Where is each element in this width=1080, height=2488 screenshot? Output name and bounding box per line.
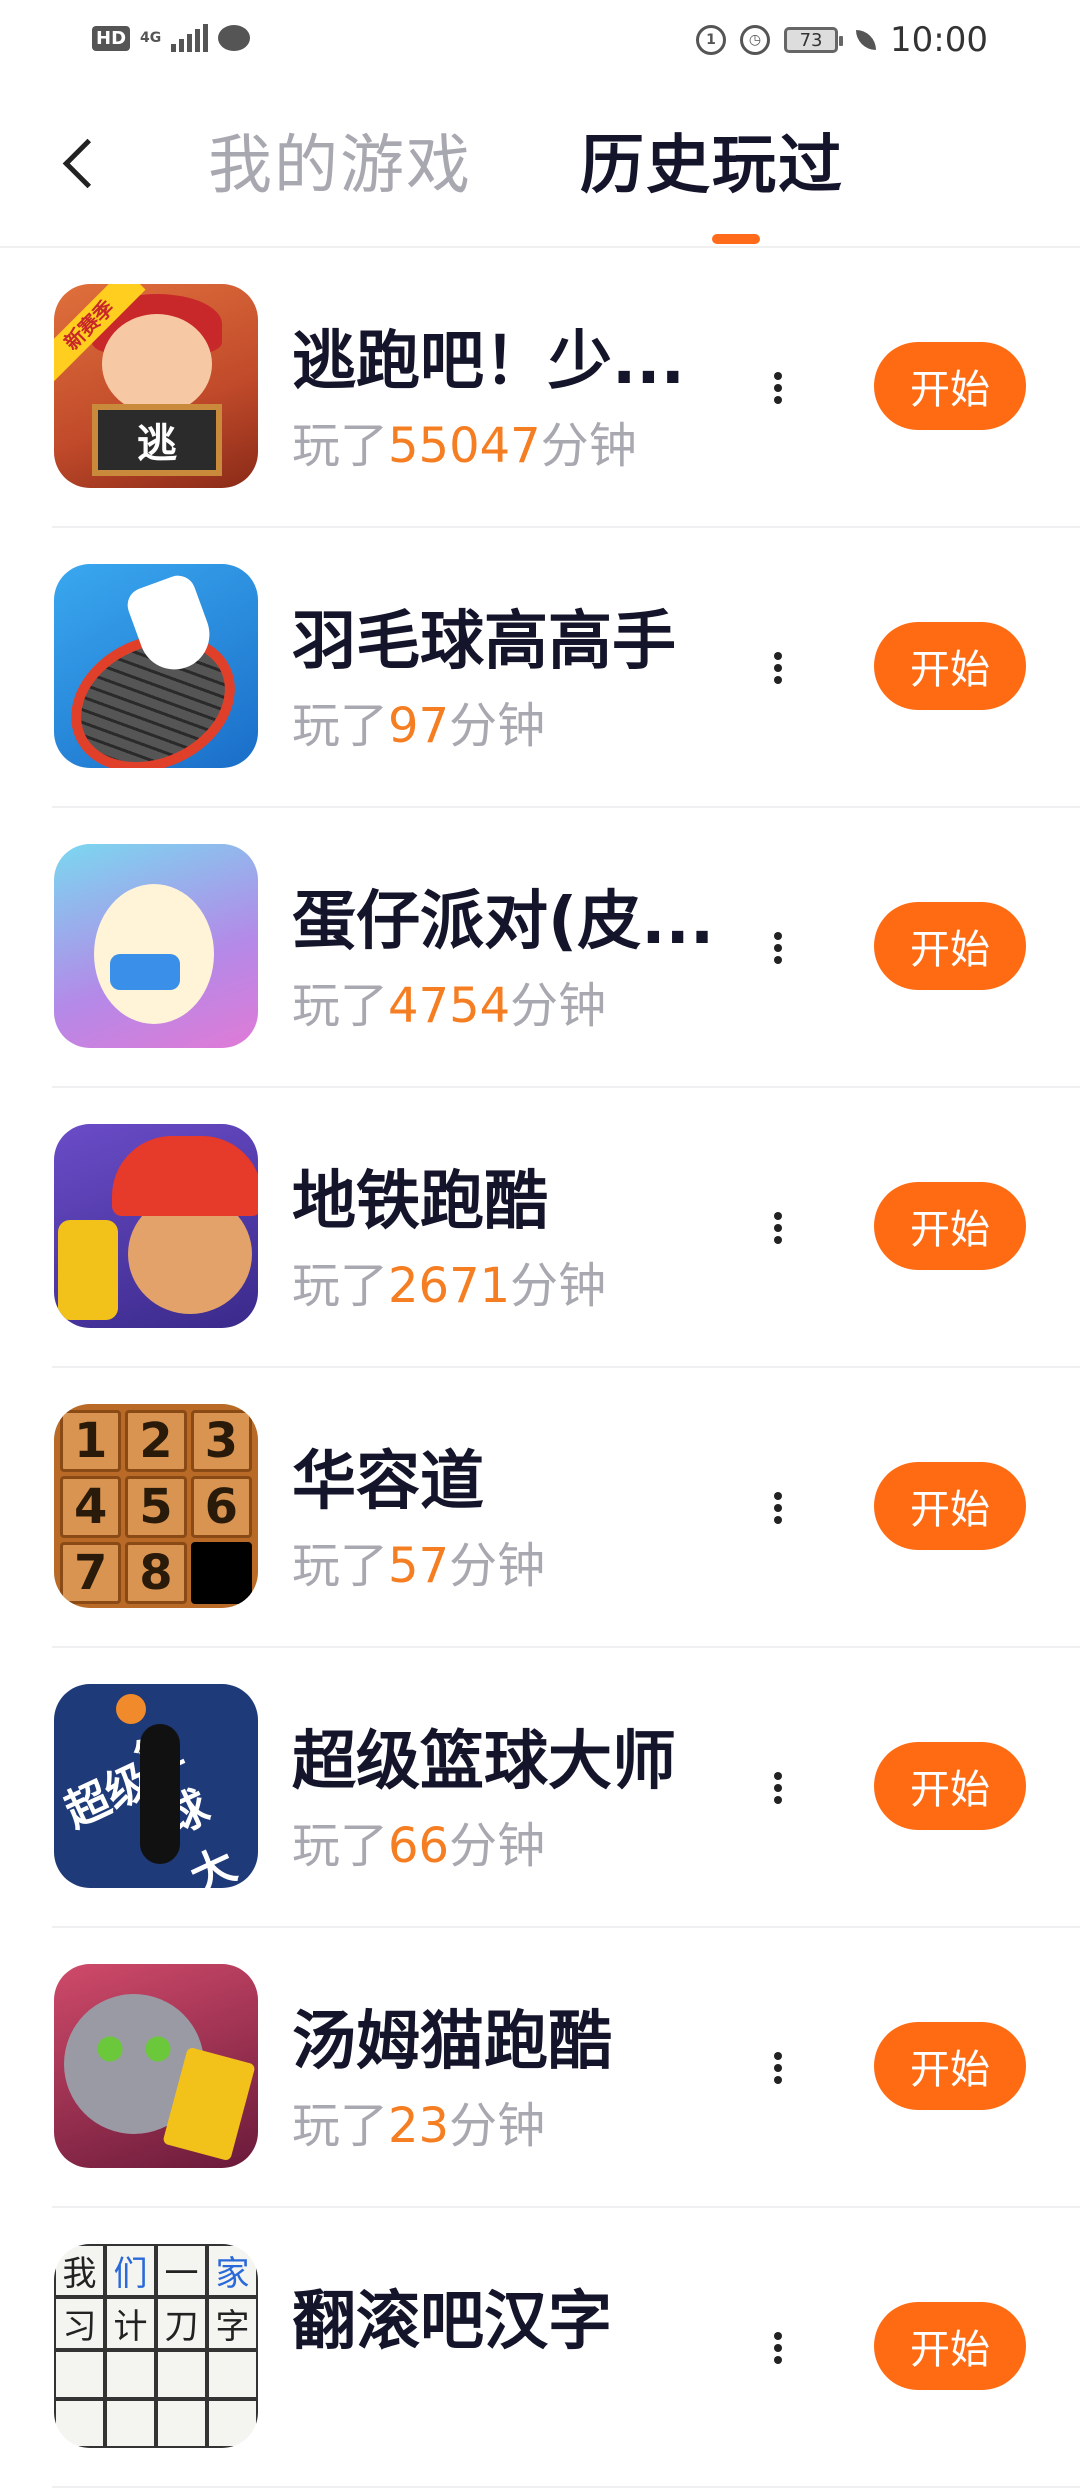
more-options-icon[interactable] bbox=[766, 1478, 790, 1538]
start-button[interactable]: 开始 bbox=[874, 902, 1026, 990]
play-duration: 玩了23分钟 bbox=[292, 2098, 546, 2154]
start-button[interactable]: 开始 bbox=[874, 2302, 1026, 2390]
list-item[interactable]: 1 2 3 4 5 6 7 8 华容道 玩了57分钟 开始 bbox=[0, 1368, 1080, 1648]
minutes-count: 55047 bbox=[388, 418, 541, 474]
game-title[interactable]: 华容道 bbox=[292, 1444, 722, 1520]
more-options-icon[interactable] bbox=[766, 358, 790, 418]
minutes-count: 23 bbox=[388, 2098, 450, 2154]
sliding-puzzle-game-icon[interactable]: 1 2 3 4 5 6 7 8 bbox=[54, 1404, 258, 1608]
play-duration: 玩了2671分钟 bbox=[292, 1258, 607, 1314]
network-type: 4G bbox=[140, 30, 162, 46]
start-button[interactable]: 开始 bbox=[874, 2022, 1026, 2110]
list-item[interactable]: 地铁跑酷 玩了2671分钟 开始 bbox=[0, 1088, 1080, 1368]
back-arrow-icon[interactable] bbox=[52, 134, 112, 194]
status-right: 1 ◷ 73 10:00 bbox=[696, 20, 988, 60]
list-item[interactable]: 我 们 一 家 习 计 刀 字 翻滚吧汉字 开始 bbox=[0, 2208, 1080, 2488]
battery-level: 73 bbox=[799, 29, 823, 51]
list-item[interactable]: 蛋仔派对(皮... 玩了4754分钟 开始 bbox=[0, 808, 1080, 1088]
play-duration: 玩了4754分钟 bbox=[292, 978, 607, 1034]
badminton-game-icon[interactable] bbox=[54, 564, 258, 768]
minutes-count: 97 bbox=[388, 698, 450, 754]
tom-cat-runner-game-icon[interactable] bbox=[54, 1964, 258, 2168]
start-button[interactable]: 开始 bbox=[874, 622, 1026, 710]
more-options-icon[interactable] bbox=[766, 2038, 790, 2098]
minutes-count: 2671 bbox=[388, 1258, 511, 1314]
icon-board-text: 逃 bbox=[92, 404, 222, 476]
battery-icon: 73 bbox=[784, 27, 844, 53]
start-button[interactable]: 开始 bbox=[874, 1182, 1026, 1270]
minutes-count: 66 bbox=[388, 1818, 450, 1874]
data-saver-icon: 1 bbox=[696, 25, 727, 55]
minutes-count: 57 bbox=[388, 1538, 450, 1594]
subway-surfers-game-icon[interactable] bbox=[54, 1124, 258, 1328]
basketball-game-icon[interactable]: 超级 篮球大师 bbox=[54, 1684, 258, 1888]
minutes-count: 4754 bbox=[388, 978, 511, 1034]
list-item[interactable]: 羽毛球高高手 玩了97分钟 开始 bbox=[0, 528, 1080, 808]
status-bar: HD 4G 1 ◷ 73 10:00 bbox=[0, 0, 1080, 84]
signal-icon bbox=[171, 24, 209, 52]
game-title[interactable]: 汤姆猫跑酷 bbox=[292, 2004, 722, 2080]
more-options-icon[interactable] bbox=[766, 918, 790, 978]
alarm-icon: ◷ bbox=[740, 25, 771, 55]
clock: 10:00 bbox=[890, 20, 988, 60]
game-title[interactable]: 翻滚吧汉字 bbox=[292, 2284, 722, 2360]
more-options-icon[interactable] bbox=[766, 2318, 790, 2378]
game-title[interactable]: 羽毛球高高手 bbox=[292, 604, 722, 680]
game-title[interactable]: 蛋仔派对(皮... bbox=[292, 884, 722, 960]
play-duration: 玩了55047分钟 bbox=[292, 418, 637, 474]
message-notification-icon bbox=[218, 25, 251, 51]
escape-game-icon[interactable]: 逃 新赛季 bbox=[54, 284, 258, 488]
tab-play-history[interactable]: 历史玩过 bbox=[580, 124, 844, 208]
start-button[interactable]: 开始 bbox=[874, 1462, 1026, 1550]
active-tab-indicator bbox=[712, 234, 760, 244]
more-options-icon[interactable] bbox=[766, 638, 790, 698]
game-history-list: 逃 新赛季 逃跑吧！少... 玩了55047分钟 开始 羽毛球高高手 玩了97分… bbox=[0, 248, 1080, 2488]
list-item[interactable]: 汤姆猫跑酷 玩了23分钟 开始 bbox=[0, 1928, 1080, 2208]
tab-my-games[interactable]: 我的游戏 bbox=[208, 124, 472, 208]
power-saving-leaf-icon bbox=[856, 30, 877, 50]
chinese-character-game-icon[interactable]: 我 们 一 家 习 计 刀 字 bbox=[54, 2244, 258, 2448]
more-options-icon[interactable] bbox=[766, 1198, 790, 1258]
start-button[interactable]: 开始 bbox=[874, 342, 1026, 430]
more-options-icon[interactable] bbox=[766, 1758, 790, 1818]
header: 我的游戏 历史玩过 bbox=[0, 84, 1080, 248]
game-title[interactable]: 地铁跑酷 bbox=[292, 1164, 722, 1240]
game-title[interactable]: 超级篮球大师 bbox=[292, 1724, 722, 1800]
start-button[interactable]: 开始 bbox=[874, 1742, 1026, 1830]
hd-icon: HD bbox=[92, 25, 131, 51]
game-title[interactable]: 逃跑吧！少... bbox=[292, 324, 722, 400]
list-item[interactable]: 逃 新赛季 逃跑吧！少... 玩了55047分钟 开始 bbox=[0, 248, 1080, 528]
play-duration: 玩了97分钟 bbox=[292, 698, 546, 754]
status-left: HD 4G bbox=[92, 24, 251, 52]
play-duration: 玩了57分钟 bbox=[292, 1538, 546, 1594]
eggy-party-game-icon[interactable] bbox=[54, 844, 258, 1048]
play-duration: 玩了66分钟 bbox=[292, 1818, 546, 1874]
list-item[interactable]: 超级 篮球大师 超级篮球大师 玩了66分钟 开始 bbox=[0, 1648, 1080, 1928]
